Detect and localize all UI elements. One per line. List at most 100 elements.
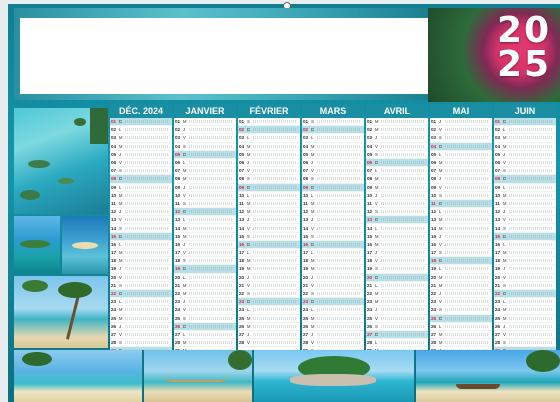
day-row: 21 L [366,282,428,290]
day-row: 16 L [110,241,172,249]
day-number: 04 [303,143,309,149]
month-column: MARS 01 S 02 D 03 L 04 M 05 M 06 J 07 V 08 S 09 D 10 L 11 M 12 M… [302,104,364,350]
day-row: 08 J [430,175,492,184]
saint-name-text [509,251,553,255]
saint-name-text [189,185,233,189]
day-number: 11 [431,200,436,206]
day-row: 17 L [238,249,300,258]
day-row: 04 D [430,142,492,151]
saint-name-text [125,316,169,320]
day-number: 20 [367,274,373,280]
saint-name-text [253,201,297,205]
day-row: 15 M [366,233,428,241]
day-number: 10 [303,192,309,198]
saint-name-text [445,193,489,197]
day-row: 12 L [430,208,492,217]
day-row: 11 D [430,199,492,209]
saint-name-text [253,292,297,296]
saint-name-text [381,234,425,238]
day-number: 05 [303,151,309,157]
saint-name-text [317,292,361,296]
day-row: 18 M [302,257,364,266]
month-column: AVRIL 01 M 02 M 03 J 04 V 05 S 06 D 07 L 08 M 09 M 10 J 11 V 12… [366,104,428,350]
day-row: 06 J [238,159,300,168]
day-row: 21 M [430,282,492,290]
saint-name-text [317,218,361,222]
day-number: 16 [495,241,501,247]
saint-name-text [189,128,233,132]
day-row: 26 M [238,323,300,331]
saint-name-text [253,300,297,304]
saint-name-text [381,218,425,222]
day-number: 20 [239,274,245,280]
day-number: 12 [367,209,373,215]
day-row: 15 S [302,233,364,241]
saint-name-text [189,341,233,345]
saint-name-text [381,185,425,189]
saint-name-text [253,193,297,197]
day-number: 27 [367,331,373,337]
day-number: 23 [239,299,245,305]
saint-name-text [509,201,553,205]
saint-name-text [317,120,361,124]
month-header: JUIN [494,104,556,118]
day-number: 23 [495,299,501,305]
day-number: 15 [431,233,437,239]
day-row: 23 L [494,298,556,307]
saint-name-text [317,152,361,156]
day-number: 05 [111,151,117,157]
day-number: 01 [431,119,437,125]
saint-name-text [445,161,489,165]
saint-name-text [381,267,425,271]
day-number: 27 [111,331,117,337]
day-list: 01 M 02 M 03 J 04 V 05 S 06 D 07 L 08 M 09 M 10 J 11 V 12 S 13 D 1… [366,118,428,350]
day-row: 04 M [302,143,364,151]
day-row: 05 D [174,150,236,159]
day-number: 23 [175,299,181,305]
day-row: 13 M [430,216,492,225]
saint-name-text [509,136,553,140]
photo-boat-beach [416,350,560,402]
day-number: 13 [111,217,117,223]
saint-name-text [189,177,233,181]
saint-name-text [381,259,425,263]
day-number: 19 [367,266,373,272]
saint-name-text [189,169,233,173]
year-top: 20 [496,10,552,51]
day-row: 24 L [302,306,364,315]
month-column: DÉC. 2024 01 D 02 L 03 M 04 M 05 J 06 V 07 S 08 D 09 L 10 M 1… [110,104,172,350]
saint-name-text [381,275,425,279]
day-number: 09 [239,184,245,190]
day-number: 20 [495,274,501,280]
day-number: 28 [431,340,437,346]
day-number: 08 [111,176,117,182]
day-row: 20 L [174,274,236,282]
day-row: 28 V [238,339,300,348]
day-row: 07 M [174,167,236,176]
day-number: 03 [495,135,501,141]
day-row: 11 M [110,200,172,209]
day-number: 21 [239,282,245,288]
day-number: 08 [431,176,437,182]
day-row: 01 M [366,118,428,127]
day-number: 11 [367,200,372,206]
day-number: 21 [303,282,309,288]
saint-name-text [509,242,553,246]
day-number: 11 [239,200,244,206]
day-number: 25 [303,315,309,321]
day-number: 18 [175,258,181,264]
day-row: 05 J [494,151,556,159]
day-number: 25 [495,315,501,321]
day-number: 26 [111,323,117,329]
day-list: 01 D 02 L 03 M 04 M 05 J 06 V 07 S 08 D 09 L 10 M 11 M 12 J 13 V 1… [494,118,556,350]
day-row: 25 V [366,315,428,323]
day-number: 13 [175,217,181,223]
day-row: 19 L [430,265,492,274]
day-row: 16 D [302,240,364,249]
day-number: 20 [431,274,437,280]
day-row: 12 M [238,208,300,217]
saint-name-text [317,201,361,205]
day-number: 08 [239,176,245,182]
saint-name-text [381,193,425,197]
day-number: 24 [239,307,245,313]
